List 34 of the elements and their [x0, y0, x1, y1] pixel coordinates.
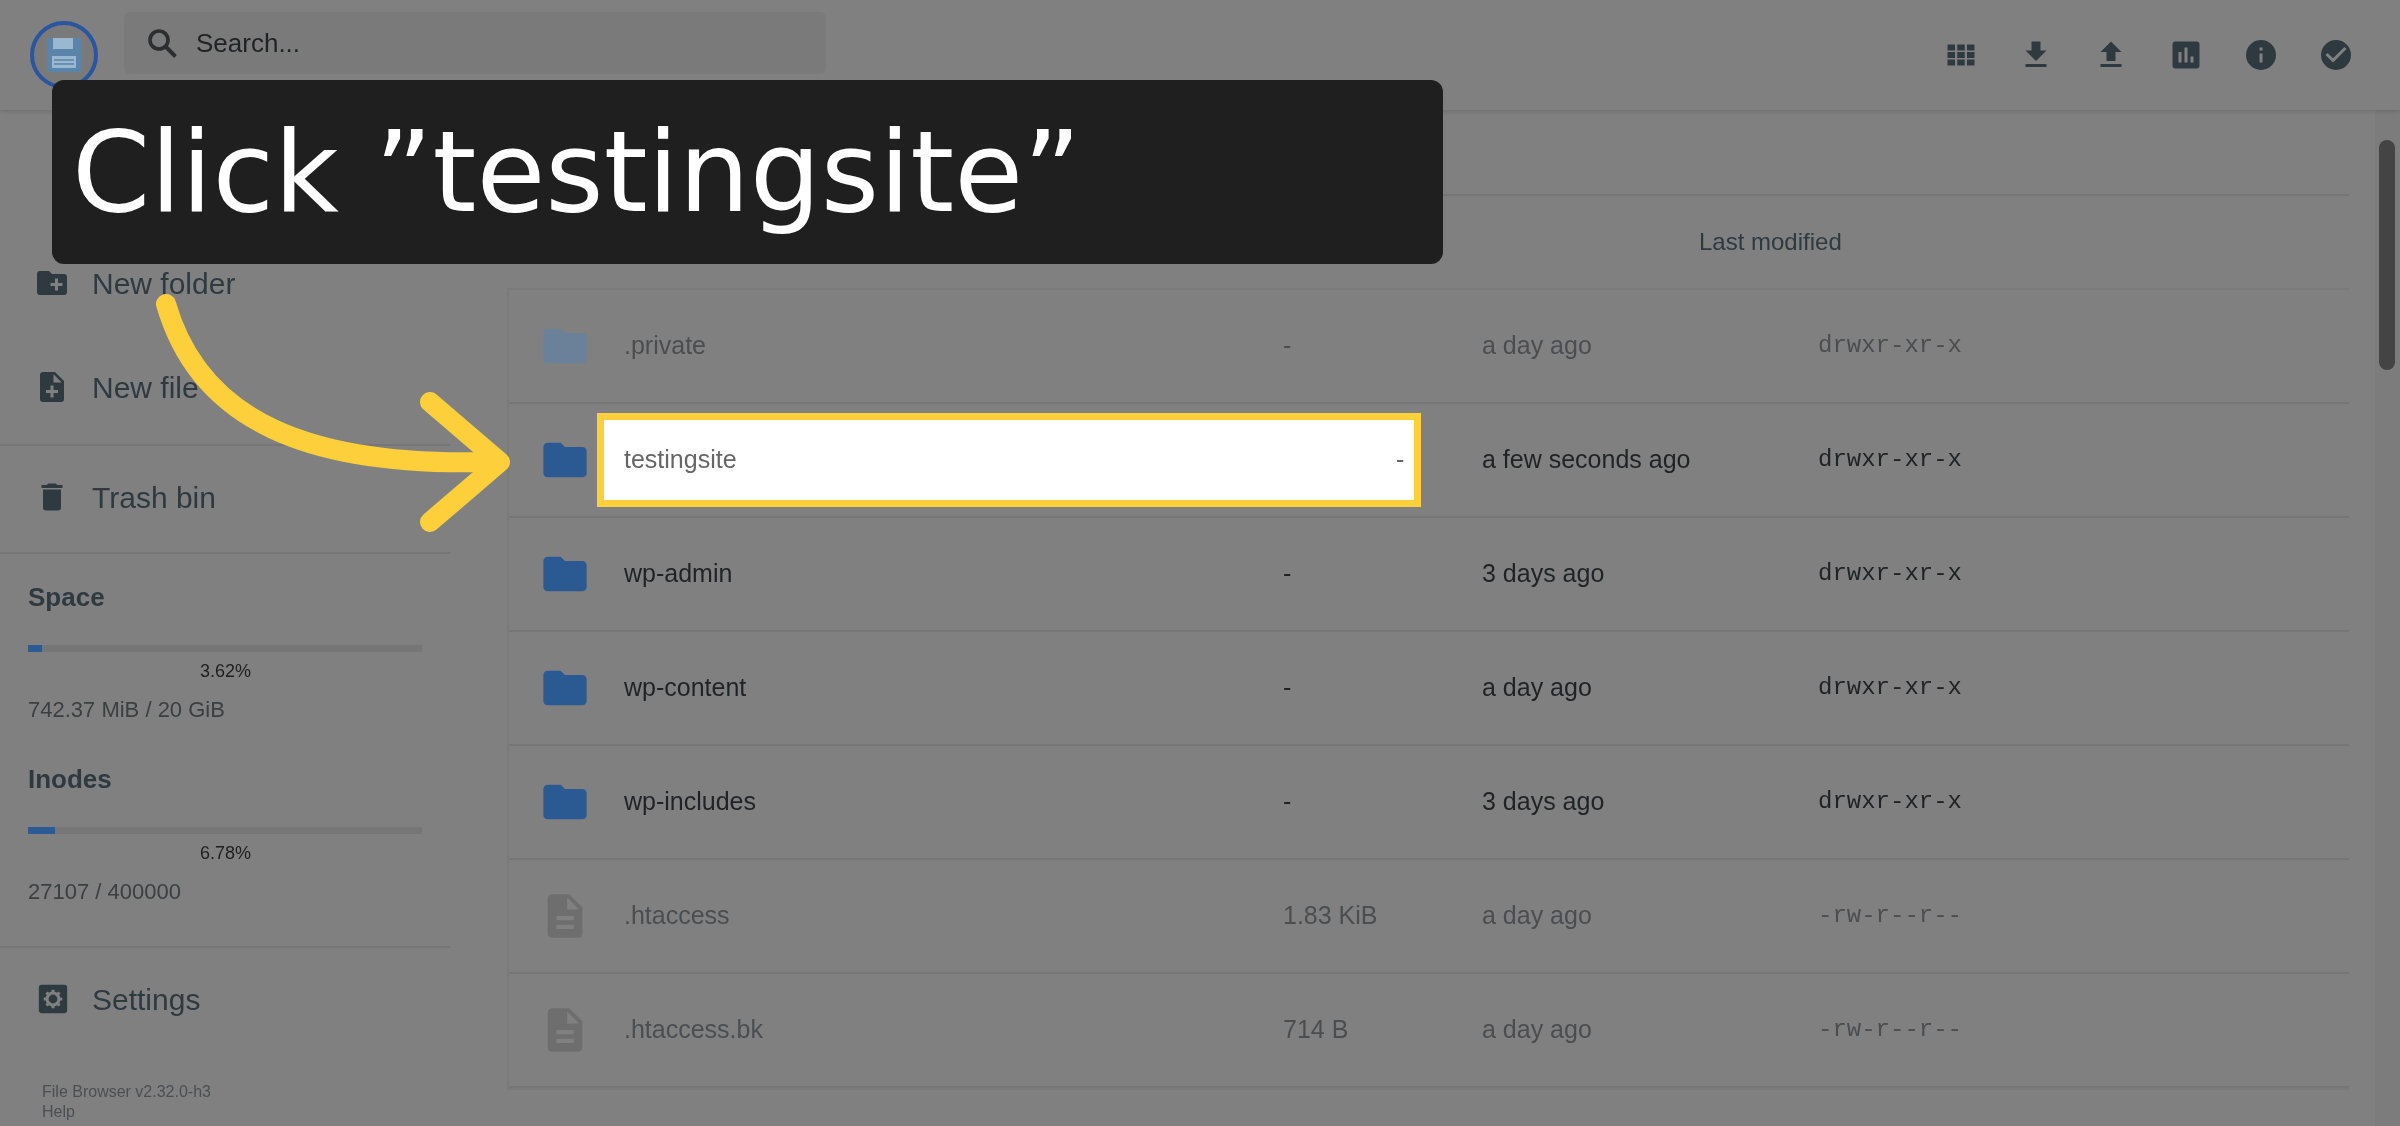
size-cell-text: - [1283, 330, 1293, 362]
settings-icon [36, 982, 70, 1016]
callout-text: Click ”testingsite” [52, 80, 1443, 264]
sidebar-item[interactable]: New folder [0, 262, 505, 304]
sidebar-item[interactable]: New file [0, 366, 505, 408]
permissions-cell-text: drwxr-xr-x [1818, 673, 1963, 703]
size-cell-text: - [1283, 672, 1293, 704]
info-icon[interactable] [2243, 37, 2279, 73]
size-cell-text: - [1283, 558, 1293, 590]
percent-label: 6.78% [200, 842, 252, 865]
file-name[interactable]: testingsite [624, 441, 737, 479]
usage-title: Inodes [28, 763, 113, 796]
file-name[interactable]: wp-includes [624, 783, 756, 821]
settings-item[interactable]: Settings [0, 978, 505, 1020]
permissions-cell-text: drwxr-xr-x [1818, 787, 1963, 817]
search-field[interactable]: Search... [124, 12, 826, 74]
sidebar-item[interactable]: Trash bin [0, 476, 505, 518]
file-name[interactable]: wp-admin [624, 555, 733, 593]
modified-cell-text: 3 days ago [1482, 558, 1606, 590]
percent-label: 3.62% [200, 660, 252, 683]
file-name[interactable]: wp-content [624, 669, 747, 707]
size-cell-text: - [1396, 444, 1406, 476]
usage-title: Space [28, 581, 106, 614]
check-circle-icon[interactable] [2318, 37, 2354, 73]
permissions-cell-text: drwxr-xr-x [1818, 445, 1963, 475]
column-header[interactable]: Last modified [1699, 224, 1842, 260]
modified-cell-text: a few seconds ago [1482, 444, 1692, 476]
size-cell-text: - [1283, 786, 1293, 818]
scrollbar[interactable] [2375, 110, 2400, 1126]
modified-cell-text: a day ago [1482, 672, 1593, 704]
usage-detail: 742.37 MiB / 20 GiB [28, 696, 226, 724]
usage-detail: 27107 / 400000 [28, 878, 182, 906]
permissions-cell-text: drwxr-xr-x [1818, 559, 1963, 589]
modified-cell-text: 3 days ago [1482, 786, 1606, 818]
